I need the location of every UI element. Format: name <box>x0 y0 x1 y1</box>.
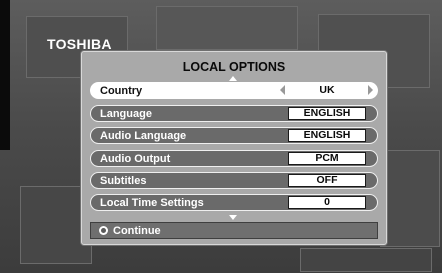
menu-row-value[interactable]: ENGLISH <box>288 129 366 142</box>
menu-row-label: Language <box>100 108 152 120</box>
menu-row-audio-language[interactable]: Audio Language ENGLISH <box>90 127 378 144</box>
menu-row-subtitles[interactable]: Subtitles OFF <box>90 172 378 189</box>
menu-row-audio-output[interactable]: Audio Output PCM <box>90 150 378 167</box>
panel-title: LOCAL OPTIONS <box>182 60 286 74</box>
menu-row-label: Local Time Settings <box>100 197 204 209</box>
continue-button[interactable]: Continue <box>90 222 378 239</box>
triangle-down-icon[interactable] <box>229 215 237 220</box>
menu-row-label: Subtitles <box>100 175 147 187</box>
continue-label: Continue <box>113 225 161 237</box>
brand-logo: TOSHIBA <box>47 36 112 52</box>
chevron-left-icon[interactable] <box>280 85 285 95</box>
menu-row-value[interactable]: ENGLISH <box>288 107 366 120</box>
menu-row-country[interactable]: Country UK <box>90 82 378 99</box>
menu-row-label: Audio Output <box>100 153 171 165</box>
chevron-right-icon[interactable] <box>368 85 373 95</box>
menu-row-label: Country <box>100 85 143 97</box>
menu-row-value[interactable]: OFF <box>288 174 366 187</box>
menu-row-value[interactable]: UK <box>288 84 366 97</box>
menu-row-value[interactable]: 0 <box>288 196 366 209</box>
menu-row-label: Audio Language <box>100 130 187 142</box>
menu-row-value[interactable]: PCM <box>288 152 366 165</box>
background-tile <box>300 248 432 272</box>
triangle-up-icon[interactable] <box>229 76 237 81</box>
background-tile <box>380 150 440 247</box>
background-tile <box>156 6 298 50</box>
circle-button-icon <box>99 226 108 235</box>
dark-edge-bar <box>0 0 10 150</box>
menu-row-language[interactable]: Language ENGLISH <box>90 105 378 122</box>
menu-row-local-time-settings[interactable]: Local Time Settings 0 <box>90 194 378 211</box>
local-options-panel: LOCAL OPTIONS Country UK Language ENGLIS… <box>81 51 387 245</box>
